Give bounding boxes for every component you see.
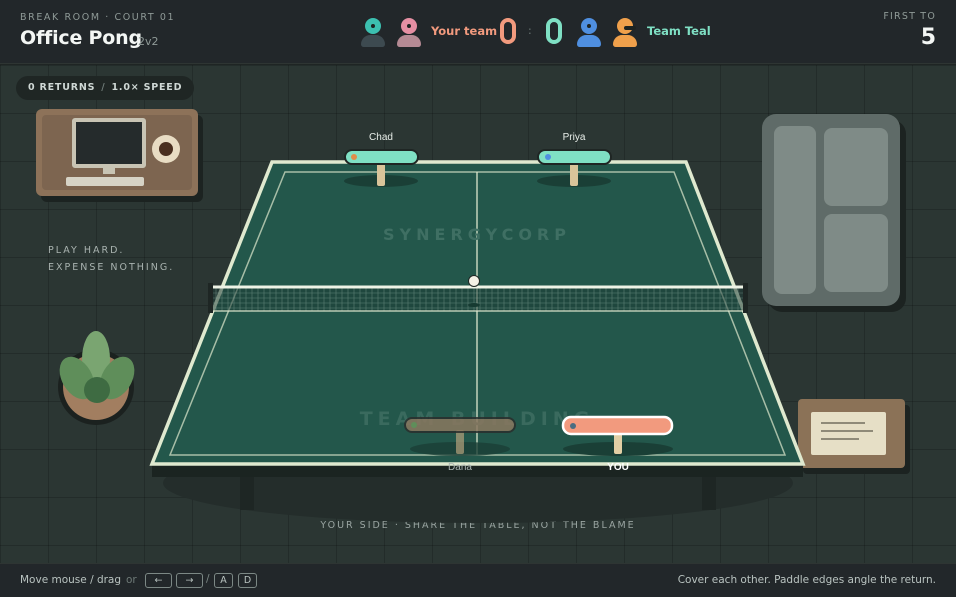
paddle-dot	[351, 154, 357, 160]
controls-bar: Move mouse / drag or ← → / A D Cover eac…	[0, 563, 956, 597]
net-post	[743, 283, 748, 313]
paddle-dot	[411, 422, 417, 428]
paddle-you[interactable]	[561, 415, 674, 436]
ball	[468, 275, 480, 287]
paddle-handle	[377, 163, 385, 186]
control-hint: Move mouse / drag	[20, 574, 122, 586]
paddle-handle	[614, 432, 622, 454]
d-key-icon: D	[238, 573, 257, 588]
table-leg	[702, 475, 716, 510]
a-key-icon: A	[214, 573, 233, 588]
ball-shadow	[468, 303, 480, 307]
table-leg	[240, 475, 254, 510]
paddle-dot	[545, 154, 551, 160]
paddle-handle	[456, 430, 464, 454]
net	[213, 285, 743, 312]
player-name-dana: Dana	[448, 462, 472, 473]
or-label: or	[126, 574, 137, 586]
net-post	[208, 283, 213, 313]
ping-pong-table[interactable]: SYNERGYCORP TEAM BUILDING Chad Priya Dan…	[0, 0, 956, 563]
far-brand-text: SYNERGYCORP	[383, 225, 571, 244]
paddle-dot	[570, 423, 576, 429]
player-name-chad: Chad	[369, 132, 393, 143]
strategy-tip: Cover each other. Paddle edges angle the…	[677, 574, 936, 586]
player-name-you: YOU	[607, 462, 629, 473]
paddle-dana	[404, 417, 516, 433]
paddle-handle	[570, 163, 578, 186]
right-arrow-key-icon: →	[176, 573, 203, 588]
table-front-edge	[152, 464, 803, 477]
player-name-priya: Priya	[563, 132, 586, 143]
left-arrow-key-icon: ←	[145, 573, 172, 588]
